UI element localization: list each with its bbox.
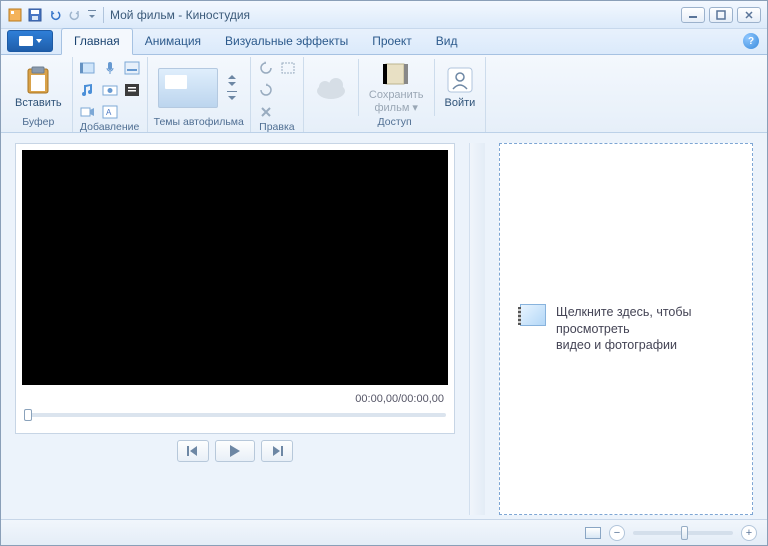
app-window: Мой фильм - Киностудия Главная Анимация … [0,0,768,546]
statusbar: − + [1,519,767,545]
svg-text:A: A [106,108,112,117]
workspace: 00:00,00/00:00,00 Щелкните здесь, чтобы … [1,133,767,519]
tab-view[interactable]: Вид [424,29,470,54]
tab-project[interactable]: Проект [360,29,424,54]
ribbon-tabstrip: Главная Анимация Визуальные эффекты Прое… [1,29,767,55]
save-icon[interactable] [27,7,43,23]
group-access-label: Доступ [378,116,412,130]
group-add: A Добавление [73,57,148,132]
rotate-right-icon[interactable] [257,81,275,99]
close-button[interactable] [737,7,761,23]
pane-splitter[interactable] [469,143,485,515]
ribbon: Вставить Буфер A [1,55,767,133]
save-movie-label1: Сохранить [369,89,424,101]
blank-edit-2 [279,103,297,121]
preview-panel: 00:00,00/00:00,00 [15,143,455,434]
window-title: Мой фильм - Киностудия [110,8,250,22]
file-menu-button[interactable] [7,30,53,52]
add-credits-icon[interactable] [123,81,141,99]
zoom-slider[interactable] [633,531,733,535]
playback-slider-thumb[interactable] [24,409,32,421]
zoom-out-button[interactable]: − [609,525,625,541]
storyboard-hint-line2: видео и фотографии [556,338,677,352]
media-icon [520,304,546,326]
add-webcam-icon[interactable] [79,103,97,121]
zoom-slider-thumb[interactable] [681,526,688,540]
theme-preview[interactable] [158,68,218,108]
group-clipboard: Вставить Буфер [5,57,73,132]
preview-pane: 00:00,00/00:00,00 [15,143,455,515]
help-icon[interactable]: ? [743,33,759,49]
undo-icon[interactable] [47,7,63,23]
add-narration-icon[interactable] [101,59,119,77]
delete-icon[interactable] [257,103,275,121]
save-movie-label2: фильм ▾ [374,102,417,114]
thumbnail-size-icon[interactable] [585,527,601,539]
group-access: Сохранить фильм ▾ Войти Доступ [304,57,486,132]
share-cloud-button[interactable] [310,72,352,104]
add-caption-icon[interactable] [123,59,141,77]
redo-icon[interactable] [67,7,83,23]
group-themes-label: Темы автофильма [154,116,244,130]
titlebar: Мой фильм - Киностудия [1,1,767,29]
titlebar-separator [103,7,104,23]
prev-frame-button[interactable] [177,440,209,462]
storyboard-hint: Щелкните здесь, чтобы просмотреть видео … [556,304,732,355]
maximize-button[interactable] [709,7,733,23]
storyboard-dropzone[interactable]: Щелкните здесь, чтобы просмотреть видео … [499,143,753,515]
login-button[interactable]: Войти [441,63,480,111]
tab-effects[interactable]: Визуальные эффекты [213,29,360,54]
paste-label: Вставить [15,97,62,109]
group-themes: Темы автофильма [148,57,251,132]
next-frame-button[interactable] [261,440,293,462]
select-all-icon[interactable] [279,59,297,77]
tab-animation[interactable]: Анимация [133,29,213,54]
paste-button[interactable]: Вставить [11,63,66,111]
playback-slider[interactable] [24,413,446,417]
theme-gallery-dropdown[interactable] [225,75,239,100]
quick-access-toolbar [7,7,97,23]
group-edit: Правка [251,57,304,132]
minimize-button[interactable] [681,7,705,23]
blank-edit-1 [279,81,297,99]
login-label: Войти [445,97,476,109]
add-snapshot-icon[interactable] [101,81,119,99]
rotate-left-icon[interactable] [257,59,275,77]
storyboard-hint-line1: Щелкните здесь, чтобы просмотреть [556,305,692,336]
playback-controls [15,434,455,468]
qat-dropdown-icon[interactable] [87,7,97,23]
add-video-icon[interactable] [79,59,97,77]
add-title-icon[interactable]: A [101,103,119,121]
group-clipboard-label: Буфер [22,116,54,130]
zoom-in-button[interactable]: + [741,525,757,541]
tab-main[interactable]: Главная [61,28,133,55]
add-music-icon[interactable] [79,81,97,99]
app-icon [7,7,23,23]
save-movie-button[interactable]: Сохранить фильм ▾ [365,59,428,115]
add-blank-icon [123,103,141,121]
play-button[interactable] [215,440,255,462]
window-controls [681,7,761,23]
timecode: 00:00,00/00:00,00 [22,385,448,411]
video-preview [22,150,448,385]
